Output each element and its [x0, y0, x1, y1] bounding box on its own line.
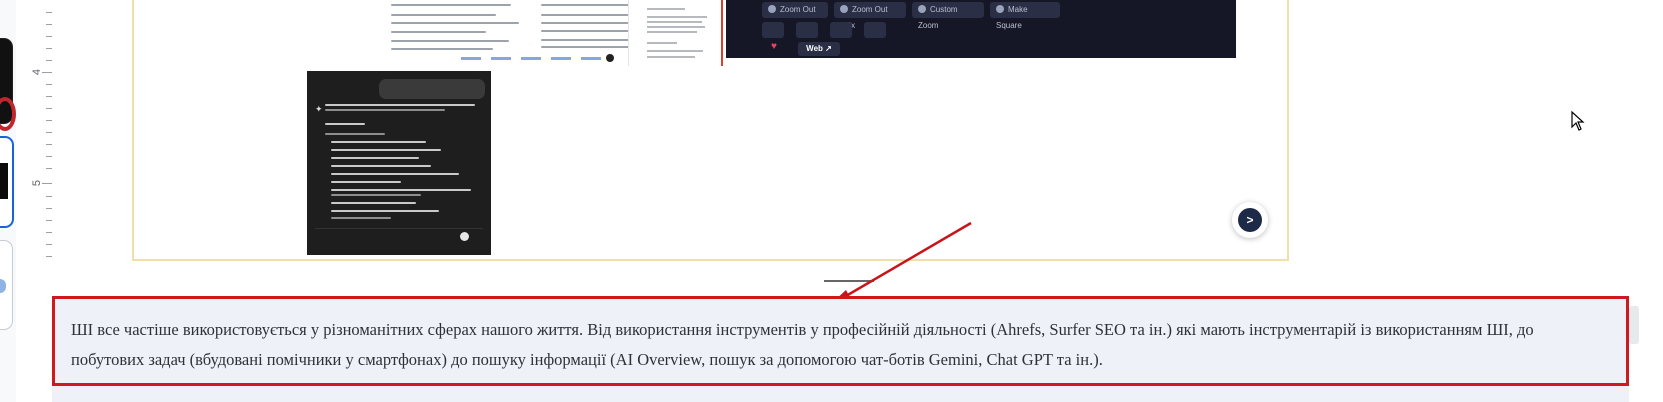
highlighted-text-box[interactable]: ШІ все частіше використовується у різном…	[52, 296, 1629, 386]
scrollbar[interactable]	[1629, 306, 1639, 344]
text-area-background	[52, 386, 1629, 402]
body-text[interactable]: ШІ все частіше використовується у різном…	[71, 315, 1598, 375]
